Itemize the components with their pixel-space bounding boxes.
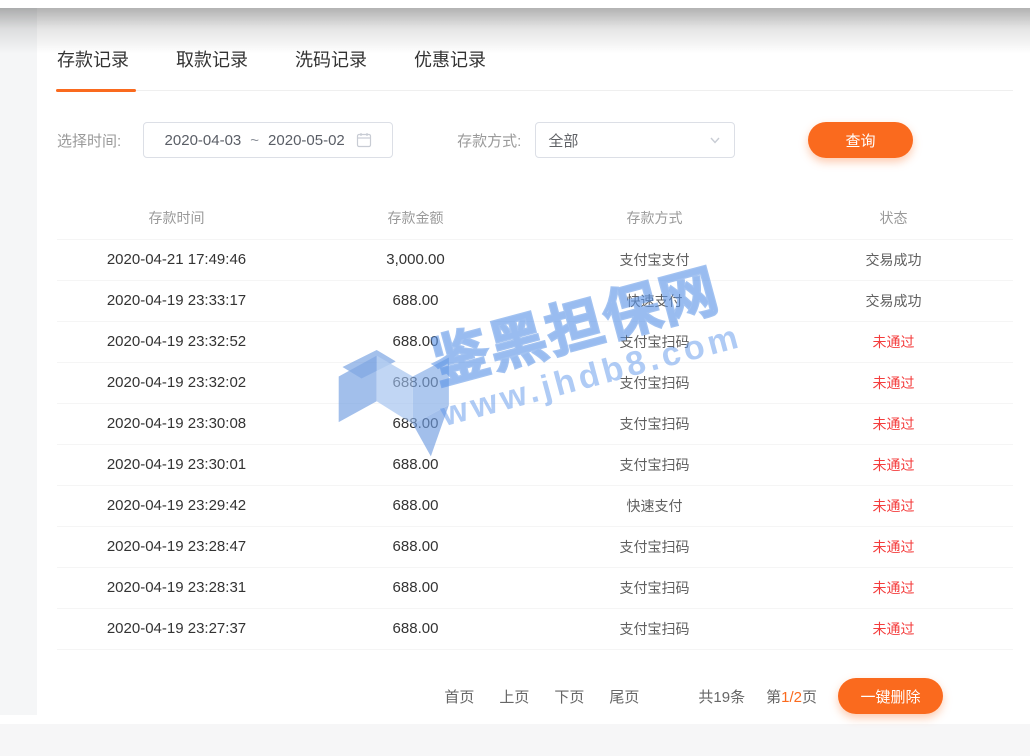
cell-status: 未通过	[774, 363, 1013, 403]
cell-deposit-method: 支付宝扫码	[535, 322, 774, 362]
table-row: 2020-04-19 23:33:17 688.00 快速支付 交易成功	[57, 281, 1013, 322]
table-row: 2020-04-19 23:32:02 688.00 支付宝扫码 未通过	[57, 363, 1013, 404]
cell-status: 交易成功	[774, 281, 1013, 321]
cell-deposit-time: 2020-04-19 23:28:47	[57, 527, 296, 567]
date-range-input[interactable]: 2020-04-03 ~ 2020-05-02	[143, 122, 393, 158]
cell-deposit-time: 2020-04-21 17:49:46	[57, 240, 296, 280]
tab-promo-records[interactable]: 优惠记录	[414, 48, 486, 90]
header-deposit-amount: 存款金额	[296, 197, 535, 239]
cell-deposit-method: 快速支付	[535, 281, 774, 321]
cell-deposit-amount: 688.00	[296, 281, 535, 321]
cell-deposit-method: 支付宝扫码	[535, 527, 774, 567]
cell-deposit-amount: 688.00	[296, 322, 535, 362]
cell-deposit-method: 支付宝扫码	[535, 568, 774, 608]
header-deposit-method: 存款方式	[535, 197, 774, 239]
cell-status: 未通过	[774, 445, 1013, 485]
cell-deposit-time: 2020-04-19 23:32:52	[57, 322, 296, 362]
cell-status: 未通过	[774, 486, 1013, 526]
page-indicator-prefix: 第	[766, 689, 781, 706]
cell-deposit-time: 2020-04-19 23:32:02	[57, 363, 296, 403]
cell-deposit-method: 支付宝扫码	[535, 445, 774, 485]
cell-deposit-amount: 688.00	[296, 609, 535, 649]
date-end-value: 2020-05-02	[268, 132, 345, 149]
calendar-icon	[356, 132, 372, 148]
cell-status: 未通过	[774, 404, 1013, 444]
pagination-page-indicator: 第1/2页	[766, 686, 817, 707]
pagination-bar: 首页 上页 下页 尾页 共19条 第1/2页 一键删除	[37, 678, 943, 714]
cell-deposit-time: 2020-04-19 23:30:08	[57, 404, 296, 444]
table-row: 2020-04-19 23:32:52 688.00 支付宝扫码 未通过	[57, 322, 1013, 363]
tab-washcode-records[interactable]: 洗码记录	[295, 48, 367, 90]
date-separator: ~	[250, 132, 259, 149]
chevron-down-icon	[708, 133, 722, 147]
cell-deposit-method: 支付宝扫码	[535, 609, 774, 649]
tabs: 存款记录 取款记录 洗码记录 优惠记录	[57, 8, 1013, 91]
method-filter-label: 存款方式:	[457, 130, 521, 151]
cell-deposit-method: 支付宝扫码	[535, 404, 774, 444]
search-button[interactable]: 查询	[808, 122, 913, 158]
date-start-value: 2020-04-03	[165, 132, 242, 149]
table-row: 2020-04-19 23:30:08 688.00 支付宝扫码 未通过	[57, 404, 1013, 445]
tab-withdrawal-records[interactable]: 取款记录	[176, 48, 248, 90]
tab-deposit-records[interactable]: 存款记录	[57, 48, 129, 90]
page-left-gutter	[0, 8, 37, 715]
cell-status: 未通过	[774, 322, 1013, 362]
deposit-method-select[interactable]: 全部	[535, 122, 735, 158]
cell-deposit-amount: 688.00	[296, 363, 535, 403]
filter-bar: 选择时间: 2020-04-03 ~ 2020-05-02 存款方式: 全部	[57, 122, 1013, 158]
page-bottom-gutter	[0, 724, 1030, 756]
pagination-total-count: 共19条	[698, 686, 745, 707]
deposit-method-value: 全部	[548, 130, 578, 151]
table-row: 2020-04-19 23:27:37 688.00 支付宝扫码 未通过	[57, 609, 1013, 650]
table-row: 2020-04-19 23:28:31 688.00 支付宝扫码 未通过	[57, 568, 1013, 609]
pagination-next[interactable]: 下页	[554, 686, 584, 707]
cell-status: 未通过	[774, 527, 1013, 567]
page-indicator-current: 1/2	[781, 689, 802, 706]
pagination-last[interactable]: 尾页	[609, 686, 639, 707]
cell-deposit-amount: 688.00	[296, 568, 535, 608]
cell-deposit-method: 支付宝扫码	[535, 363, 774, 403]
records-panel: 存款记录 取款记录 洗码记录 优惠记录 选择时间: 2020-04-03 ~ 2020…	[37, 8, 1030, 724]
table-header-row: 存款时间 存款金额 存款方式 状态	[57, 197, 1013, 240]
cell-deposit-method: 快速支付	[535, 486, 774, 526]
cell-deposit-amount: 3,000.00	[296, 240, 535, 280]
cell-status: 交易成功	[774, 240, 1013, 280]
table-row: 2020-04-19 23:30:01 688.00 支付宝扫码 未通过	[57, 445, 1013, 486]
page-indicator-suffix: 页	[802, 689, 817, 706]
header-status: 状态	[774, 197, 1013, 239]
cell-deposit-amount: 688.00	[296, 486, 535, 526]
delete-all-button[interactable]: 一键删除	[838, 678, 943, 714]
header-deposit-time: 存款时间	[57, 197, 296, 239]
table-body: 2020-04-21 17:49:46 3,000.00 支付宝支付 交易成功 …	[57, 240, 1013, 650]
cell-deposit-method: 支付宝支付	[535, 240, 774, 280]
pagination-prev[interactable]: 上页	[499, 686, 529, 707]
cell-deposit-time: 2020-04-19 23:28:31	[57, 568, 296, 608]
cell-deposit-amount: 688.00	[296, 404, 535, 444]
cell-status: 未通过	[774, 568, 1013, 608]
cell-status: 未通过	[774, 609, 1013, 649]
table-row: 2020-04-21 17:49:46 3,000.00 支付宝支付 交易成功	[57, 240, 1013, 281]
deposit-records-table: 存款时间 存款金额 存款方式 状态 2020-04-21 17:49:46 3,…	[57, 197, 1013, 650]
cell-deposit-amount: 688.00	[296, 445, 535, 485]
cell-deposit-time: 2020-04-19 23:33:17	[57, 281, 296, 321]
cell-deposit-amount: 688.00	[296, 527, 535, 567]
cell-deposit-time: 2020-04-19 23:30:01	[57, 445, 296, 485]
cell-deposit-time: 2020-04-19 23:29:42	[57, 486, 296, 526]
cell-deposit-time: 2020-04-19 23:27:37	[57, 609, 296, 649]
pagination-first[interactable]: 首页	[444, 686, 474, 707]
time-filter-label: 选择时间:	[57, 130, 121, 151]
table-row: 2020-04-19 23:28:47 688.00 支付宝扫码 未通过	[57, 527, 1013, 568]
table-row: 2020-04-19 23:29:42 688.00 快速支付 未通过	[57, 486, 1013, 527]
